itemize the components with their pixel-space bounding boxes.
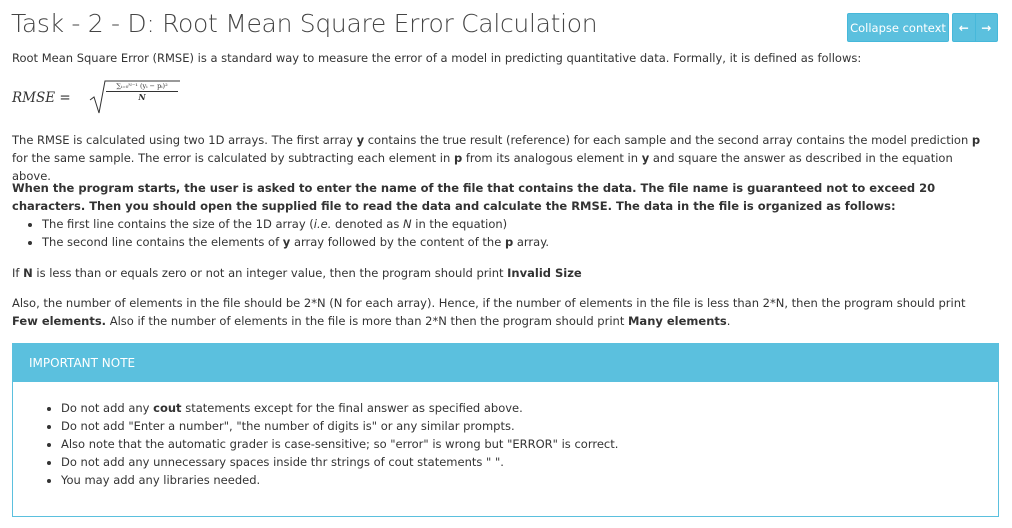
list-item: The first line contains the size of the … <box>42 215 982 233</box>
page-title: Task - 2 - D: Root Mean Square Error Cal… <box>11 9 598 38</box>
formula-numerator: ∑ᵢ₌₀ᴺ⁻¹ (yᵢ − pᵢ)² <box>106 82 178 92</box>
list-item: Do not add any unnecessary spaces inside… <box>61 453 961 471</box>
instructions-text: When the program starts, the user is ask… <box>12 181 936 213</box>
important-note-panel: Important Note Do not add any cout state… <box>12 343 999 517</box>
list-item: Do not add "Enter a number", "the number… <box>61 417 961 435</box>
list-item: Also note that the automatic grader is c… <box>61 435 961 453</box>
arrow-left-icon[interactable]: ← <box>953 14 975 41</box>
note-list: Do not add any cout statements except fo… <box>13 399 961 489</box>
invalid-size-text: If N is less than or equals zero or not … <box>12 266 582 280</box>
note-heading: Important Note <box>13 344 998 382</box>
formula-denominator: N <box>138 92 146 102</box>
formula-lhs: RMSE = <box>12 90 71 106</box>
rmse-description: The RMSE is calculated using two 1D arra… <box>12 133 981 183</box>
list-item: You may add any libraries needed. <box>61 471 961 489</box>
formula-fraction: ∑ᵢ₌₀ᴺ⁻¹ (yᵢ − pᵢ)² N <box>106 82 178 102</box>
arrow-right-icon[interactable]: → <box>974 14 998 41</box>
intro-text: Root Mean Square Error (RMSE) is a stand… <box>12 51 862 65</box>
task-nav-group: ← → <box>952 13 998 42</box>
list-item: Do not add any cout statements except fo… <box>61 399 961 417</box>
element-count-text: Also, the number of elements in the file… <box>12 296 966 328</box>
list-item: The second line contains the elements of… <box>42 233 982 251</box>
file-format-list: The first line contains the size of the … <box>24 215 982 251</box>
collapse-context-button[interactable]: Collapse context <box>847 13 949 42</box>
